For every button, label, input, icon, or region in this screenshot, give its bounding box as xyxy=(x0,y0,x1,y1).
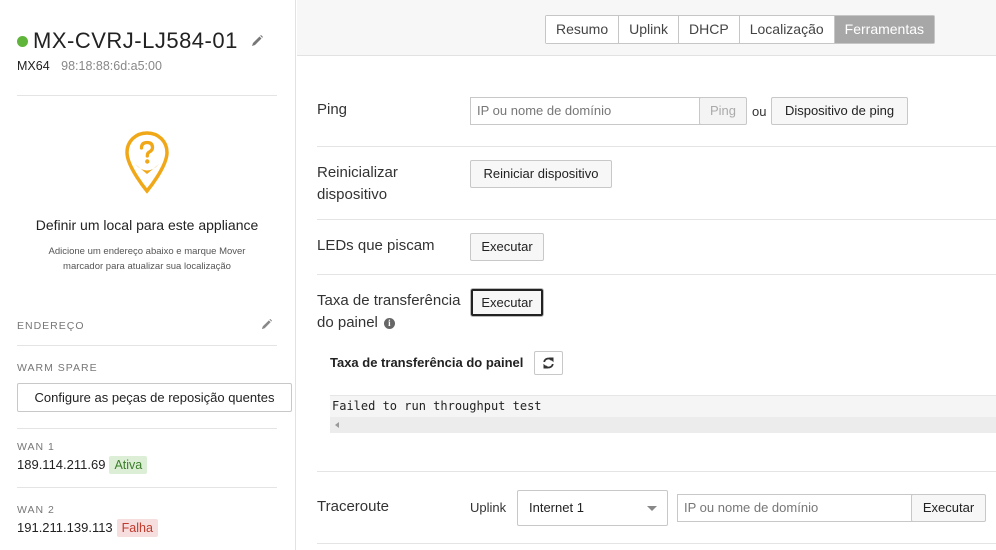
throughput-panel-title: Taxa de transferência do painel xyxy=(330,355,524,370)
scroll-left-arrow-icon[interactable] xyxy=(335,422,339,428)
row-separator xyxy=(317,146,996,147)
address-label: ENDEREÇO xyxy=(17,320,85,332)
blink-leds-label: LEDs que piscam xyxy=(317,237,435,254)
divider xyxy=(17,428,277,429)
edit-name-pencil-icon[interactable] xyxy=(250,34,264,48)
throughput-label-line1: Taxa de transferência xyxy=(317,292,461,309)
traceroute-label: Traceroute xyxy=(317,498,389,515)
device-name: MX-CVRJ-LJ584-01 xyxy=(33,28,238,53)
reboot-label: Reinicializar dispositivo xyxy=(317,162,398,206)
edit-address-pencil-icon[interactable] xyxy=(260,318,273,331)
wan2-ip: 191.211.139.113 xyxy=(17,520,113,535)
throughput-label: Taxa de transferência do painel i xyxy=(317,290,460,334)
ping-label: Ping xyxy=(317,101,348,118)
wan1-ip: 189.114.211.69 xyxy=(17,457,106,472)
warm-spare-label: WARM SPARE xyxy=(17,362,98,374)
tab-resumo[interactable]: Resumo xyxy=(546,16,620,43)
reboot-label-line2: dispositivo xyxy=(317,186,388,203)
tab-dhcp[interactable]: DHCP xyxy=(679,16,740,43)
tab-bar: Resumo Uplink DHCP Localização Ferrament… xyxy=(297,0,996,56)
main-panel: Resumo Uplink DHCP Localização Ferrament… xyxy=(297,0,996,550)
wan1-status-badge: Ativa xyxy=(109,456,148,474)
info-icon[interactable]: i xyxy=(383,318,395,329)
tabs: Resumo Uplink DHCP Localização Ferrament… xyxy=(545,15,936,44)
throughput-output-console: Failed to run throughput test xyxy=(330,395,996,433)
location-description: Adicione um endereço abaixo e marque Mov… xyxy=(48,246,246,272)
wan2-row: 191.211.139.113 Falha xyxy=(17,519,158,537)
device-mac: 98:18:88:6d:a5:00 xyxy=(61,59,162,73)
device-subtitle: MX64 98:18:88:6d:a5:00 xyxy=(17,59,162,73)
divider xyxy=(17,345,277,346)
reboot-device-button[interactable]: Reiniciar dispositivo xyxy=(470,160,612,188)
row-separator xyxy=(317,471,996,472)
traceroute-uplink-label: Uplink xyxy=(470,500,507,515)
row-separator xyxy=(317,543,996,544)
row-separator xyxy=(317,219,996,220)
device-header: MX-CVRJ-LJ584-01 xyxy=(17,28,264,54)
location-title: Definir um local para este appliance xyxy=(35,217,259,233)
traceroute-uplink-select[interactable]: Internet 1 xyxy=(517,490,668,526)
ping-target-input[interactable]: IP ou nome de domínio xyxy=(470,97,701,125)
divider xyxy=(17,487,277,488)
wan2-status-badge: Falha xyxy=(116,519,158,537)
ping-or-text: ou xyxy=(752,104,767,119)
wan2-label: WAN 2 xyxy=(17,504,55,516)
refresh-button[interactable] xyxy=(534,351,563,375)
map-pin-question-icon xyxy=(125,131,169,194)
throughput-label-line2: do painel xyxy=(317,314,378,331)
divider xyxy=(17,95,277,96)
traceroute-target-input[interactable]: IP ou nome de domínio xyxy=(677,494,913,522)
wan1-row: 189.114.211.69 Ativa xyxy=(17,456,148,474)
blink-leds-execute-button[interactable]: Executar xyxy=(470,233,544,261)
device-sidebar: MX-CVRJ-LJ584-01 MX64 98:18:88:6d:a5:00 … xyxy=(0,0,296,550)
ping-device-button[interactable]: Dispositivo de ping xyxy=(771,97,908,125)
row-separator xyxy=(317,274,996,275)
reboot-label-line1: Reinicializar xyxy=(317,164,398,181)
throughput-output-text: Failed to run throughput test xyxy=(332,399,542,413)
chevron-down-icon xyxy=(647,506,657,511)
configure-warm-spare-button[interactable]: Configure as peças de reposição quentes xyxy=(17,383,292,412)
traceroute-execute-button[interactable]: Executar xyxy=(911,494,986,522)
refresh-icon xyxy=(543,357,554,369)
horizontal-scrollbar[interactable] xyxy=(330,417,996,433)
wan1-label: WAN 1 xyxy=(17,441,55,453)
traceroute-uplink-value: Internet 1 xyxy=(529,500,584,515)
throughput-execute-button[interactable]: Executar xyxy=(471,289,543,316)
ping-button[interactable]: Ping xyxy=(699,97,747,125)
tab-ferramentas[interactable]: Ferramentas xyxy=(834,16,935,43)
device-model: MX64 xyxy=(17,59,50,73)
tab-uplink[interactable]: Uplink xyxy=(619,16,680,43)
status-dot xyxy=(17,35,28,47)
tab-localizacao[interactable]: Localização xyxy=(739,16,835,43)
